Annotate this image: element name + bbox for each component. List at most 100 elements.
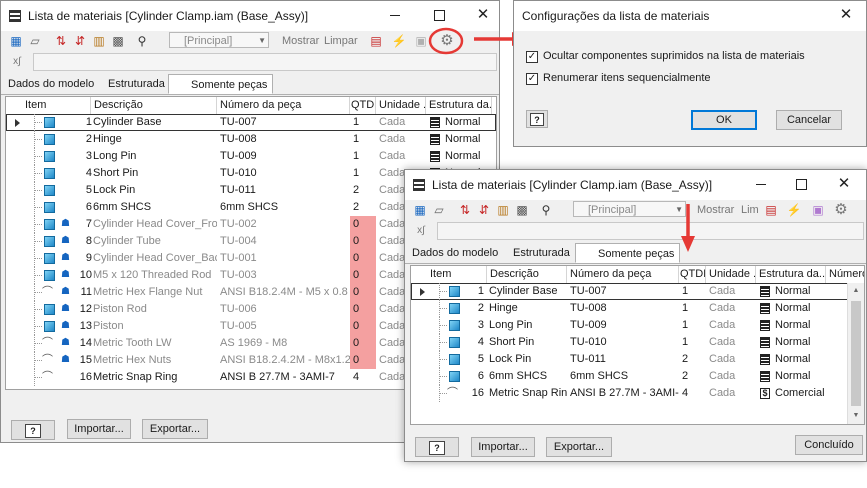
table-row[interactable]: 3 Long Pin TU-009 1 Cada Normal [411,317,864,334]
result-col-description[interactable]: Descrição [487,266,567,283]
part-view-icon[interactable]: ▤ [367,32,385,50]
result-col-item[interactable]: Item [427,266,487,283]
assembly-view-icon[interactable]: ▦ [7,32,25,50]
tree-branch [34,224,42,225]
col-part-number[interactable]: Número da peça [217,97,350,114]
hide-suppressed-checkbox[interactable]: ✓ [526,51,538,63]
mostrar-button[interactable]: Mostrar [282,35,319,47]
close-button[interactable]: ✕ [472,5,494,25]
limpar-button[interactable]: Limpar [324,35,358,47]
result-vertical-scrollbar[interactable]: ▲ ▼ [847,283,864,424]
suppressed-icon: ☗ [61,286,70,297]
done-button[interactable]: Concluído [795,435,863,455]
result-edit-icon[interactable]: ▱ [430,201,448,219]
result-col-unit[interactable]: Unidade ... [706,266,756,283]
table-icon[interactable]: ▩ [109,32,127,50]
description-cell: Metric Hex Nuts [93,354,172,366]
result-export-button[interactable]: Exportar... [546,437,612,457]
col-structure[interactable]: Estrutura da... [426,97,492,114]
description-cell: Long Pin [93,150,137,162]
result-col-structure[interactable]: Estrutura da... [756,266,826,283]
table-row[interactable]: 3 Long Pin TU-009 1 Cada Normal [6,148,496,165]
structure-icon [760,320,770,331]
part-number-cell: TU-001 [220,252,257,264]
sort-icon[interactable]: ⇅ [52,32,70,50]
result-maximize-button[interactable] [790,174,812,194]
table-row[interactable]: 1 Cylinder Base TU-007 1 Cada Normal [6,114,496,131]
table-row[interactable]: 2 Hinge TU-008 1 Cada Normal [411,300,864,317]
import-button[interactable]: Importar... [67,419,131,439]
scroll-down-icon[interactable]: ▼ [848,408,864,424]
result-table-icon[interactable]: ▩ [513,201,531,219]
renumber-icon[interactable]: ⇵ [71,32,89,50]
settings-help-button[interactable]: ? [526,110,548,128]
table-row[interactable]: 4 Short Pin TU-010 1 Cada Normal [411,334,864,351]
suppressed-icon: ☗ [61,337,70,348]
result-col-qty[interactable]: QTDE [679,266,706,283]
help-button[interactable]: ? [11,420,55,440]
result-settings-gear-icon[interactable]: ⚙ [832,201,850,219]
result-tab-parts-only[interactable]: Somente peças [575,243,681,263]
result-col-number[interactable]: Número [826,266,864,283]
result-sort-icon[interactable]: ⇅ [456,201,474,219]
result-minimize-button[interactable] [750,174,772,194]
result-pattern-icon[interactable]: ▣ [809,201,827,219]
table-row[interactable]: 6 6mm SHCS 6mm SHCS 2 Cada Normal [411,368,864,385]
result-limpar-button[interactable]: Lim [741,204,759,216]
table-row[interactable]: 2 Hinge TU-008 1 Cada Normal [6,131,496,148]
result-formula-bar[interactable] [437,222,864,240]
add-column-icon[interactable]: ▥ [90,32,108,50]
minimize-button[interactable] [384,5,406,25]
ok-button[interactable]: OK [691,110,757,130]
tab-model-data[interactable]: Dados do modelo [3,74,99,94]
tab-structured[interactable]: Estruturada [88,74,170,94]
table-row[interactable]: 5 Lock Pin TU-011 2 Cada Normal [411,351,864,368]
result-find-icon[interactable]: ⚲ [537,201,555,219]
result-col-part-number[interactable]: Número da peça [567,266,679,283]
part-icon [44,236,55,247]
export-icon[interactable]: ⚡ [390,32,408,50]
renumber-checkbox[interactable]: ✓ [526,73,538,85]
result-import-button[interactable]: Importar... [471,437,535,457]
edit-icon[interactable]: ▱ [26,32,44,50]
result-help-icon: ? [429,441,445,455]
item-number: 11 [80,286,92,298]
scroll-up-icon[interactable]: ▲ [848,283,864,299]
maximize-button[interactable] [428,5,450,25]
scroll-thumb[interactable] [851,301,861,406]
tab-parts-only[interactable]: Somente peças [168,74,274,94]
result-tab-model-data[interactable]: Dados do modelo [407,243,503,263]
part-icon [44,168,55,179]
item-number: 2 [477,302,484,314]
table-row[interactable]: 1 Cylinder Base TU-007 1 Cada Normal [411,283,864,300]
tree-branch [439,325,447,326]
result-assembly-view-icon[interactable]: ▦ [411,201,429,219]
result-add-column-icon[interactable]: ▥ [494,201,512,219]
result-close-button[interactable]: ✕ [833,174,855,194]
export-button[interactable]: Exportar... [142,419,208,439]
result-mostrar-button[interactable]: Mostrar [697,204,734,216]
view-combo[interactable]: [Principal] ▼ [169,32,269,48]
item-number: 13 [79,320,92,332]
qty-cell: 0 [350,267,376,284]
cancel-button[interactable]: Cancelar [776,110,842,130]
settings-close-button[interactable]: ✕ [835,5,857,25]
structure-cell: Normal [445,150,481,162]
item-number: 7 [85,218,92,230]
table-row[interactable]: ⌒ 16 Metric Snap Ring ANSI B 27.7M - 3AMI-7… [411,385,864,402]
result-view-combo[interactable]: [Principal] ▼ [573,201,686,217]
find-icon[interactable]: ⚲ [133,32,151,50]
structure-cell: Normal [775,302,811,314]
structure-icon [760,303,770,314]
result-renumber-icon[interactable]: ⇵ [475,201,493,219]
result-help-button[interactable]: ? [415,437,459,457]
col-unit[interactable]: Unidade ... [376,97,426,114]
col-description[interactable]: Descrição [91,97,217,114]
result-export-icon[interactable]: ⚡ [785,201,803,219]
col-qty[interactable]: QTDE [350,97,376,114]
result-tab-structured[interactable]: Estruturada [493,243,575,263]
col-item[interactable]: Item [22,97,91,114]
item-number: 4 [85,167,92,179]
structure-icon [760,286,770,297]
result-part-view-icon[interactable]: ▤ [762,201,780,219]
